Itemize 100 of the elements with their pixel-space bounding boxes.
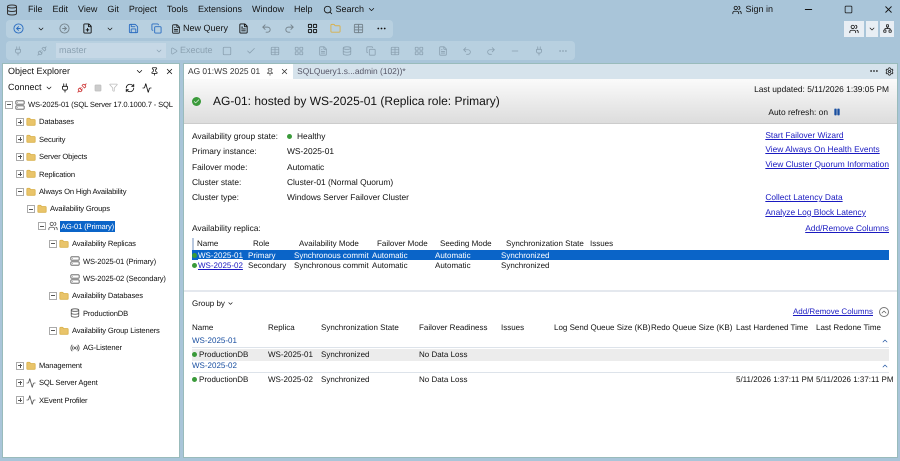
add-remove-columns-link[interactable]: Add/Remove Columns xyxy=(792,306,873,318)
table-cell-text: WS-2025-01 xyxy=(268,348,314,361)
action-link[interactable]: Collect Latency Data xyxy=(765,191,843,206)
table-cell-text: 5/11/2026 1:37:11 PM xyxy=(736,374,815,386)
menu-item[interactable]: Window xyxy=(252,2,284,16)
column-header[interactable]: Name xyxy=(192,322,268,334)
column-header[interactable]: Synchronization State xyxy=(321,322,419,334)
action-link[interactable]: View Always On Health Events xyxy=(765,143,880,158)
column-header[interactable]: Issues xyxy=(501,322,554,334)
panel-title: Object Explorer xyxy=(8,64,72,78)
database-row[interactable]: ProductionDB WS-2025-01 Synchronized No Data Loss xyxy=(192,348,889,361)
collapse-toggle[interactable] xyxy=(49,292,57,300)
connect-icon[interactable] xyxy=(60,82,70,92)
action-link[interactable]: View Cluster Quorum Information xyxy=(765,158,889,172)
node-icon xyxy=(48,221,58,232)
replica-row[interactable]: WS-2025-01 Primary Synchronous commit Automatic Automatic Synchronized xyxy=(192,250,889,260)
replica-link[interactable]: WS-2025-01 xyxy=(198,250,243,262)
collapse-toggle[interactable] xyxy=(49,326,57,335)
people-icon xyxy=(849,24,859,34)
property-value: Healthy xyxy=(297,130,326,143)
pin-icon[interactable] xyxy=(266,68,274,76)
column-header[interactable]: Synchronization State xyxy=(506,238,590,250)
expand-toggle[interactable] xyxy=(16,152,24,161)
action-link[interactable]: Analyze Log Block Latency xyxy=(765,206,866,220)
close-icon[interactable] xyxy=(883,4,894,15)
column-header[interactable]: Failover Mode xyxy=(377,238,440,250)
folder-icon xyxy=(26,186,36,197)
collapse-toggle[interactable] xyxy=(27,205,35,214)
expand-toggle[interactable] xyxy=(16,170,24,178)
pin-icon[interactable] xyxy=(150,67,159,76)
search-button[interactable]: Search xyxy=(322,2,376,16)
column-header[interactable]: Log Send Queue Size (KB) xyxy=(554,322,651,334)
collapse-toggle[interactable] xyxy=(49,240,57,248)
replica-row[interactable]: WS-2025-02 Secondary Synchronous commit Automatic Automatic Synchronized xyxy=(192,260,889,270)
action-link[interactable]: Start Failover Wizard xyxy=(765,129,844,144)
property-label: Cluster type: xyxy=(192,191,240,204)
folder-icon xyxy=(26,360,36,371)
property-label: Cluster state: xyxy=(192,176,242,188)
property-value: Cluster-01 (Normal Quorum) xyxy=(287,176,394,188)
caret-icon xyxy=(367,5,376,14)
column-header[interactable]: Last Hardened Time xyxy=(736,322,816,334)
column-header[interactable]: Seeding Mode xyxy=(440,238,506,250)
share-button[interactable] xyxy=(880,20,894,36)
expand-toggle[interactable] xyxy=(16,362,24,370)
network-icon xyxy=(882,24,892,33)
table-cell-text: Automatic xyxy=(372,260,409,272)
property-value: Automatic xyxy=(287,160,324,174)
document-tab[interactable]: AG 01:WS 2025 01 xyxy=(184,64,294,79)
expand-toggle[interactable] xyxy=(16,118,24,126)
expand-toggle[interactable] xyxy=(16,378,24,387)
close-icon[interactable] xyxy=(280,67,290,76)
expand-toggle[interactable] xyxy=(16,135,24,144)
node-icon xyxy=(70,256,80,266)
property-label: Primary instance: xyxy=(192,145,258,158)
collapse-icon[interactable] xyxy=(879,306,889,317)
column-header[interactable]: Name xyxy=(197,238,253,250)
pause-icon[interactable] xyxy=(833,108,841,116)
disconnect-icon[interactable] xyxy=(76,82,87,92)
expand-toggle[interactable] xyxy=(16,396,24,404)
column-header[interactable]: Replica xyxy=(268,322,321,334)
node-icon xyxy=(26,378,36,388)
settings-icon[interactable] xyxy=(885,67,894,76)
sign-in-button[interactable]: Sign in xyxy=(732,2,773,16)
close-icon[interactable] xyxy=(165,67,174,76)
new-query-button[interactable]: New Query xyxy=(169,22,230,36)
table-cell-text: WS-2025-02 xyxy=(268,374,314,386)
column-header[interactable]: Role xyxy=(253,238,299,250)
table-cell: ProductionDB xyxy=(199,374,248,386)
menu-item[interactable]: Edit xyxy=(52,2,68,16)
property-label: Failover mode: xyxy=(192,160,248,174)
menu-item[interactable]: File xyxy=(28,2,43,16)
table-cell: 5/11/2026 1:37:11 PM xyxy=(816,374,894,386)
menu-item[interactable]: View xyxy=(78,2,98,16)
column-header[interactable]: Issues xyxy=(590,238,889,250)
column-header[interactable]: Last Redone Time xyxy=(816,322,889,334)
column-header[interactable]: Availability Mode xyxy=(299,238,377,250)
group-header[interactable]: WS-2025-01 xyxy=(192,335,881,348)
menu-item[interactable]: Extensions xyxy=(198,2,242,16)
column-header[interactable]: Failover Readiness xyxy=(419,322,501,334)
table-cell-text: Synchronized xyxy=(321,348,370,361)
maximize-icon[interactable] xyxy=(844,5,853,14)
group-header[interactable]: WS-2025-02 xyxy=(192,360,881,372)
collapse-toggle[interactable] xyxy=(38,222,46,230)
refresh-icon[interactable] xyxy=(124,82,135,92)
dropdown-icon[interactable] xyxy=(135,67,144,76)
group-by-dropdown[interactable]: Group by xyxy=(192,298,234,310)
document-tab[interactable]: SQLQuery1.s...admin (102))* xyxy=(293,64,410,79)
activity-monitor-icon[interactable] xyxy=(142,82,152,92)
column-header[interactable]: Redo Queue Size (KB) xyxy=(651,322,736,334)
menu-item[interactable]: Help xyxy=(294,2,312,16)
menu-item[interactable]: Project xyxy=(128,2,157,16)
collapse-toggle[interactable] xyxy=(5,100,13,109)
table-cell-text: No Data Loss xyxy=(419,374,468,386)
add-remove-columns-link[interactable]: Add/Remove Columns xyxy=(805,222,889,235)
table-cell-text: Automatic xyxy=(372,250,409,262)
connect-button[interactable]: Connect xyxy=(8,80,53,94)
replica-link[interactable]: WS-2025-02 xyxy=(198,260,243,272)
menu-item[interactable]: Git xyxy=(107,2,119,16)
collapse-toggle[interactable] xyxy=(16,188,24,196)
menu-item[interactable]: Tools xyxy=(166,2,188,16)
